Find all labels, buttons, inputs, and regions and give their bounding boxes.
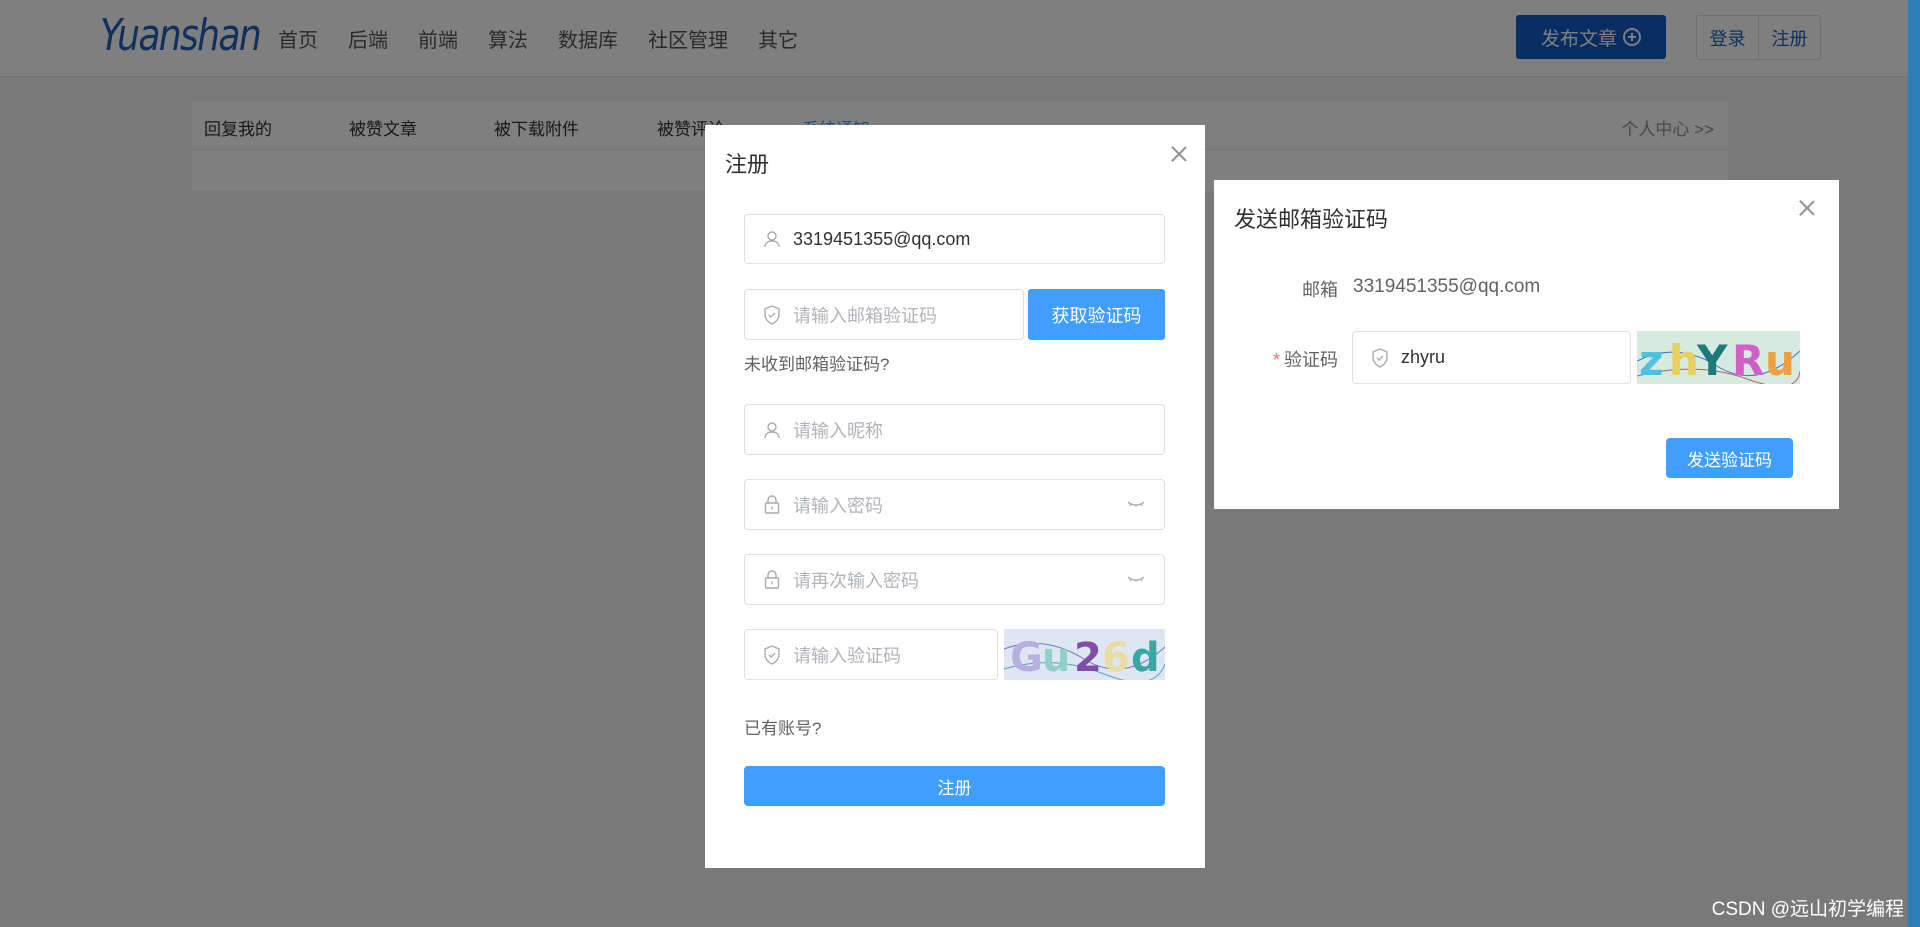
register-dialog: 注册 3319451355@qq.com 请输入邮箱验证码 获取验证码 未收到邮… xyxy=(705,125,1205,868)
required-asterisk: * xyxy=(1272,350,1280,370)
not-received-link[interactable]: 未收到邮箱验证码? xyxy=(744,350,889,375)
user-icon xyxy=(762,420,782,440)
svg-text:6: 6 xyxy=(1102,635,1130,680)
eye-closed-icon[interactable] xyxy=(1126,570,1146,593)
shield-icon xyxy=(762,644,782,665)
eye-closed-icon[interactable] xyxy=(1126,495,1146,518)
password-confirm-input[interactable]: 请再次输入密码 xyxy=(744,554,1165,605)
send-code-button[interactable]: 发送验证码 xyxy=(1666,438,1793,478)
svg-text:h: h xyxy=(1669,336,1699,384)
email-label: 邮箱 xyxy=(1302,280,1338,300)
email-dialog-captcha-image[interactable]: z h Y R u xyxy=(1637,331,1800,384)
svg-text:2: 2 xyxy=(1074,635,1102,680)
get-code-button[interactable]: 获取验证码 xyxy=(1028,289,1165,340)
email-label-wrap: 邮箱 xyxy=(1214,276,1338,300)
register-submit-button[interactable]: 注册 xyxy=(744,766,1165,806)
have-account-link[interactable]: 已有账号? xyxy=(744,714,821,739)
svg-text:u: u xyxy=(1042,635,1070,680)
code-input-value: zhyru xyxy=(1401,347,1446,367)
email-code-placeholder: 请输入邮箱验证码 xyxy=(793,305,937,326)
shield-icon xyxy=(762,304,782,325)
captcha-image[interactable]: G u 2 6 d xyxy=(1004,629,1165,680)
code-label-wrap: * 验证码 xyxy=(1214,346,1338,370)
captcha-input[interactable]: 请输入验证码 xyxy=(744,629,998,680)
password-confirm-placeholder: 请再次输入密码 xyxy=(793,570,919,591)
shield-icon xyxy=(1370,347,1390,368)
watermark-text: CSDN @远山初学编程 xyxy=(1711,899,1904,920)
svg-text:G: G xyxy=(1010,635,1043,680)
email-field[interactable]: 3319451355@qq.com xyxy=(744,214,1165,264)
password-input[interactable]: 请输入密码 xyxy=(744,479,1165,530)
email-display-value: 3319451355@qq.com xyxy=(1353,276,1541,297)
lock-icon xyxy=(762,494,782,515)
close-icon[interactable] xyxy=(1799,200,1815,216)
email-dialog-title: 发送邮箱验证码 xyxy=(1234,207,1389,232)
svg-text:u: u xyxy=(1765,336,1795,384)
password-placeholder: 请输入密码 xyxy=(793,495,883,516)
email-dialog-code-input[interactable]: zhyru xyxy=(1352,331,1631,384)
email-value: 3319451355@qq.com xyxy=(793,228,971,249)
close-icon[interactable] xyxy=(1171,146,1187,162)
code-label-text: 验证码 xyxy=(1284,350,1338,370)
svg-text:R: R xyxy=(1732,336,1764,384)
register-dialog-title: 注册 xyxy=(725,152,770,177)
captcha-placeholder: 请输入验证码 xyxy=(793,645,901,666)
lock-icon xyxy=(762,569,782,590)
nickname-placeholder: 请输入昵称 xyxy=(793,420,883,441)
user-icon xyxy=(762,229,782,249)
nickname-input[interactable]: 请输入昵称 xyxy=(744,404,1165,455)
code-label: * 验证码 xyxy=(1273,346,1338,372)
right-edge-strip xyxy=(1908,0,1920,927)
email-code-input[interactable]: 请输入邮箱验证码 xyxy=(744,289,1024,340)
svg-text:d: d xyxy=(1131,635,1160,680)
send-email-code-dialog: 发送邮箱验证码 邮箱 3319451355@qq.com * 验证码 zhyru … xyxy=(1214,180,1839,509)
svg-text:Y: Y xyxy=(1696,336,1728,384)
svg-text:z: z xyxy=(1639,336,1663,384)
